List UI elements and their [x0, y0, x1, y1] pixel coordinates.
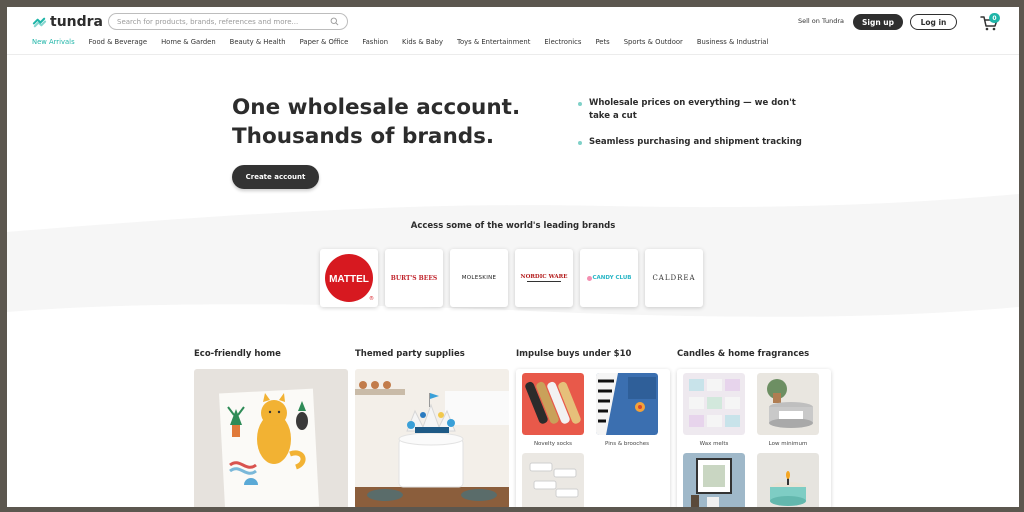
nav-item-electronics[interactable]: Electronics — [544, 38, 581, 46]
tile-impulse-3[interactable] — [522, 453, 584, 507]
nav-item-toys-entertainment[interactable]: Toys & Entertainment — [457, 38, 530, 46]
tundra-logo-icon — [32, 17, 47, 27]
tile-candles-3[interactable] — [683, 453, 745, 507]
wax-melts-image — [683, 373, 745, 435]
brand-card-candy-club[interactable]: CANDY CLUB — [580, 249, 638, 307]
search-input[interactable] — [117, 17, 330, 26]
nav-item-pets[interactable]: Pets — [595, 38, 609, 46]
brand-card-mattel[interactable]: MATTEL ® — [320, 249, 378, 307]
brand-card-caldrea[interactable]: CALDREA — [645, 249, 703, 307]
nav-item-business-industrial[interactable]: Business & Industrial — [697, 38, 768, 46]
bookmarks-image — [522, 453, 584, 507]
nav-item-sports-outdoor[interactable]: Sports & Outdoor — [624, 38, 683, 46]
brand-logo-row: MATTEL ® BURT'S BEES MOLESKINE NORDIC WA… — [320, 249, 703, 307]
nav-item-new-arrivals[interactable]: New Arrivals — [32, 38, 75, 46]
bullet-dot-icon — [578, 102, 582, 106]
brands-heading: Access some of the world's leading brand… — [410, 221, 616, 231]
nordic-ware-logo-text: NORDIC WARE — [520, 274, 568, 280]
site-header: tundra Sell on Tundra Sign up Log in 0 N… — [7, 7, 1019, 55]
eco-cloth-illustration — [219, 388, 320, 507]
sell-on-tundra-link[interactable]: Sell on Tundra — [798, 17, 844, 25]
category-nav: New Arrivals Food & Beverage Home & Gard… — [32, 38, 782, 46]
search-icon[interactable] — [330, 17, 339, 26]
tile-label: Pins & brooches — [605, 441, 649, 447]
nav-item-paper-office[interactable]: Paper & Office — [300, 38, 349, 46]
collection-image[interactable] — [355, 369, 509, 507]
tin-candle-image — [757, 453, 819, 507]
nordic-ware-logo: NORDIC WARE — [520, 274, 568, 282]
collection-tile-grid: Wax melts Low minimum — [677, 369, 831, 507]
tile-candles-4[interactable] — [757, 453, 819, 507]
log-in-button[interactable]: Log in — [910, 14, 957, 30]
caldrea-logo-text: CALDREA — [652, 274, 696, 282]
collection-title[interactable]: Candles & home fragrances — [677, 349, 831, 369]
tundra-logo[interactable]: tundra — [32, 14, 103, 30]
value-prop-text: Wholesale prices on everything — we don'… — [589, 98, 796, 121]
nav-item-home-garden[interactable]: Home & Garden — [161, 38, 216, 46]
tile-label: Novelty socks — [533, 441, 573, 447]
value-prop-item: Seamless purchasing and shipment trackin… — [578, 136, 808, 149]
collection-title[interactable]: Impulse buys under $10 — [516, 349, 670, 369]
tile-wax-melts[interactable]: Wax melts — [683, 373, 745, 449]
browser-viewport: tundra Sell on Tundra Sign up Log in 0 N… — [7, 7, 1019, 507]
collection-themed-party-supplies[interactable]: Themed party supplies — [355, 349, 509, 507]
sign-up-button[interactable]: Sign up — [853, 14, 903, 30]
candle-tin-image — [757, 373, 819, 435]
brand-card-nordic-ware[interactable]: NORDIC WARE — [515, 249, 573, 307]
hero-heading-line-1: One wholesale account. — [232, 95, 521, 120]
novelty-socks-image — [522, 373, 584, 435]
mattel-logo-text: MATTEL — [329, 274, 369, 285]
value-props: Wholesale prices on everything — we don'… — [578, 97, 808, 162]
nav-item-fashion[interactable]: Fashion — [362, 38, 388, 46]
tile-novelty-socks[interactable]: Novelty socks — [522, 373, 584, 449]
tile-pins-brooches[interactable]: Pins & brooches — [596, 373, 658, 449]
nav-item-beauty-health[interactable]: Beauty & Health — [230, 38, 286, 46]
create-account-button[interactable]: Create account — [232, 165, 319, 189]
cart-count-badge: 0 — [989, 13, 1000, 23]
logo-text: tundra — [50, 14, 103, 30]
candy-icon — [586, 275, 592, 281]
search-bar[interactable] — [108, 13, 348, 30]
value-prop-text: Seamless purchasing and shipment trackin… — [589, 137, 802, 147]
candy-club-logo-text: CANDY CLUB — [592, 275, 632, 281]
bullet-dot-icon — [578, 141, 582, 145]
collection-title[interactable]: Themed party supplies — [355, 349, 509, 369]
tile-label: Wax melts — [699, 441, 729, 447]
logo-underline — [526, 281, 561, 282]
pins-brooches-image — [596, 373, 658, 435]
nav-item-kids-baby[interactable]: Kids & Baby — [402, 38, 443, 46]
category-collections: Eco-friendly home Themed party supplies … — [194, 349, 831, 507]
collection-eco-friendly-home[interactable]: Eco-friendly home — [194, 349, 348, 507]
diffuser-image — [683, 453, 745, 507]
svg-text:®: ® — [369, 295, 374, 302]
candy-club-logo: CANDY CLUB — [586, 275, 632, 281]
collection-impulse-buys[interactable]: Impulse buys under $10 Novelty socks Pin… — [516, 349, 670, 507]
party-cake-illustration — [355, 369, 509, 507]
burts-bees-logo-text: BURT'S BEES — [390, 274, 438, 282]
mattel-logo: MATTEL ® — [325, 254, 374, 302]
nav-item-food-beverage[interactable]: Food & Beverage — [89, 38, 147, 46]
tile-low-minimum[interactable]: Low minimum — [757, 373, 819, 449]
hero-heading-line-2: Thousands of brands. — [232, 124, 495, 149]
collection-candles-home-fragrances[interactable]: Candles & home fragrances Wax melts Low … — [677, 349, 831, 507]
hero-heading: One wholesale account. Thousands of bran… — [232, 93, 520, 151]
collection-tile-grid: Novelty socks Pins & brooches — [516, 369, 670, 507]
collection-title[interactable]: Eco-friendly home — [194, 349, 348, 369]
value-prop-item: Wholesale prices on everything — we don'… — [578, 97, 808, 123]
collection-image[interactable] — [194, 369, 348, 507]
tile-label: Low minimum — [768, 441, 808, 447]
brand-card-moleskine[interactable]: MOLESKINE — [450, 249, 508, 307]
brand-card-burts-bees[interactable]: BURT'S BEES — [385, 249, 443, 307]
moleskine-logo-text: MOLESKINE — [461, 275, 497, 281]
